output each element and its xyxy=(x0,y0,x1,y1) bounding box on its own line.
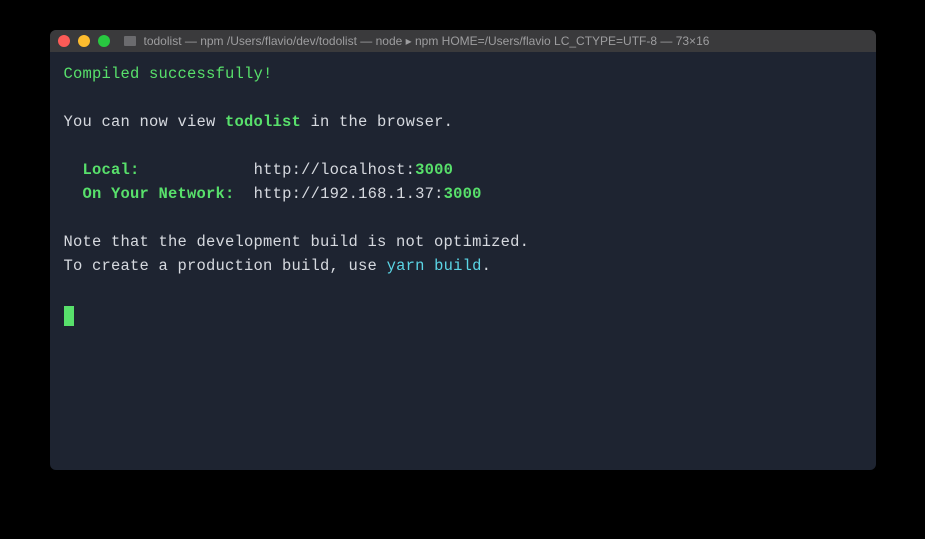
local-port: 3000 xyxy=(415,161,453,179)
view-text-suffix: in the browser. xyxy=(301,113,453,131)
note-line-2-prefix: To create a production build, use xyxy=(64,257,387,275)
local-url: http://localhost: xyxy=(254,161,416,179)
close-icon[interactable] xyxy=(58,35,70,47)
note-line-1: Note that the development build is not o… xyxy=(64,233,530,251)
compiled-message: Compiled successfully! xyxy=(64,65,273,83)
window-title: todolist — npm /Users/flavio/dev/todolis… xyxy=(144,34,710,48)
minimize-icon[interactable] xyxy=(78,35,90,47)
note-line-2-suffix: . xyxy=(482,257,492,275)
build-command: yarn build xyxy=(387,257,482,275)
maximize-icon[interactable] xyxy=(98,35,110,47)
terminal-window: todolist — npm /Users/flavio/dev/todolis… xyxy=(50,30,876,470)
folder-icon xyxy=(124,36,136,46)
view-text-prefix: You can now view xyxy=(64,113,226,131)
cursor xyxy=(64,306,74,326)
network-port: 3000 xyxy=(444,185,482,203)
network-label: On Your Network: xyxy=(83,185,235,203)
terminal-body[interactable]: Compiled successfully! You can now view … xyxy=(50,52,876,470)
network-url: http://192.168.1.37: xyxy=(254,185,444,203)
titlebar: todolist — npm /Users/flavio/dev/todolis… xyxy=(50,30,876,52)
app-name: todolist xyxy=(225,113,301,131)
traffic-lights xyxy=(58,35,110,47)
local-label: Local: xyxy=(83,161,140,179)
